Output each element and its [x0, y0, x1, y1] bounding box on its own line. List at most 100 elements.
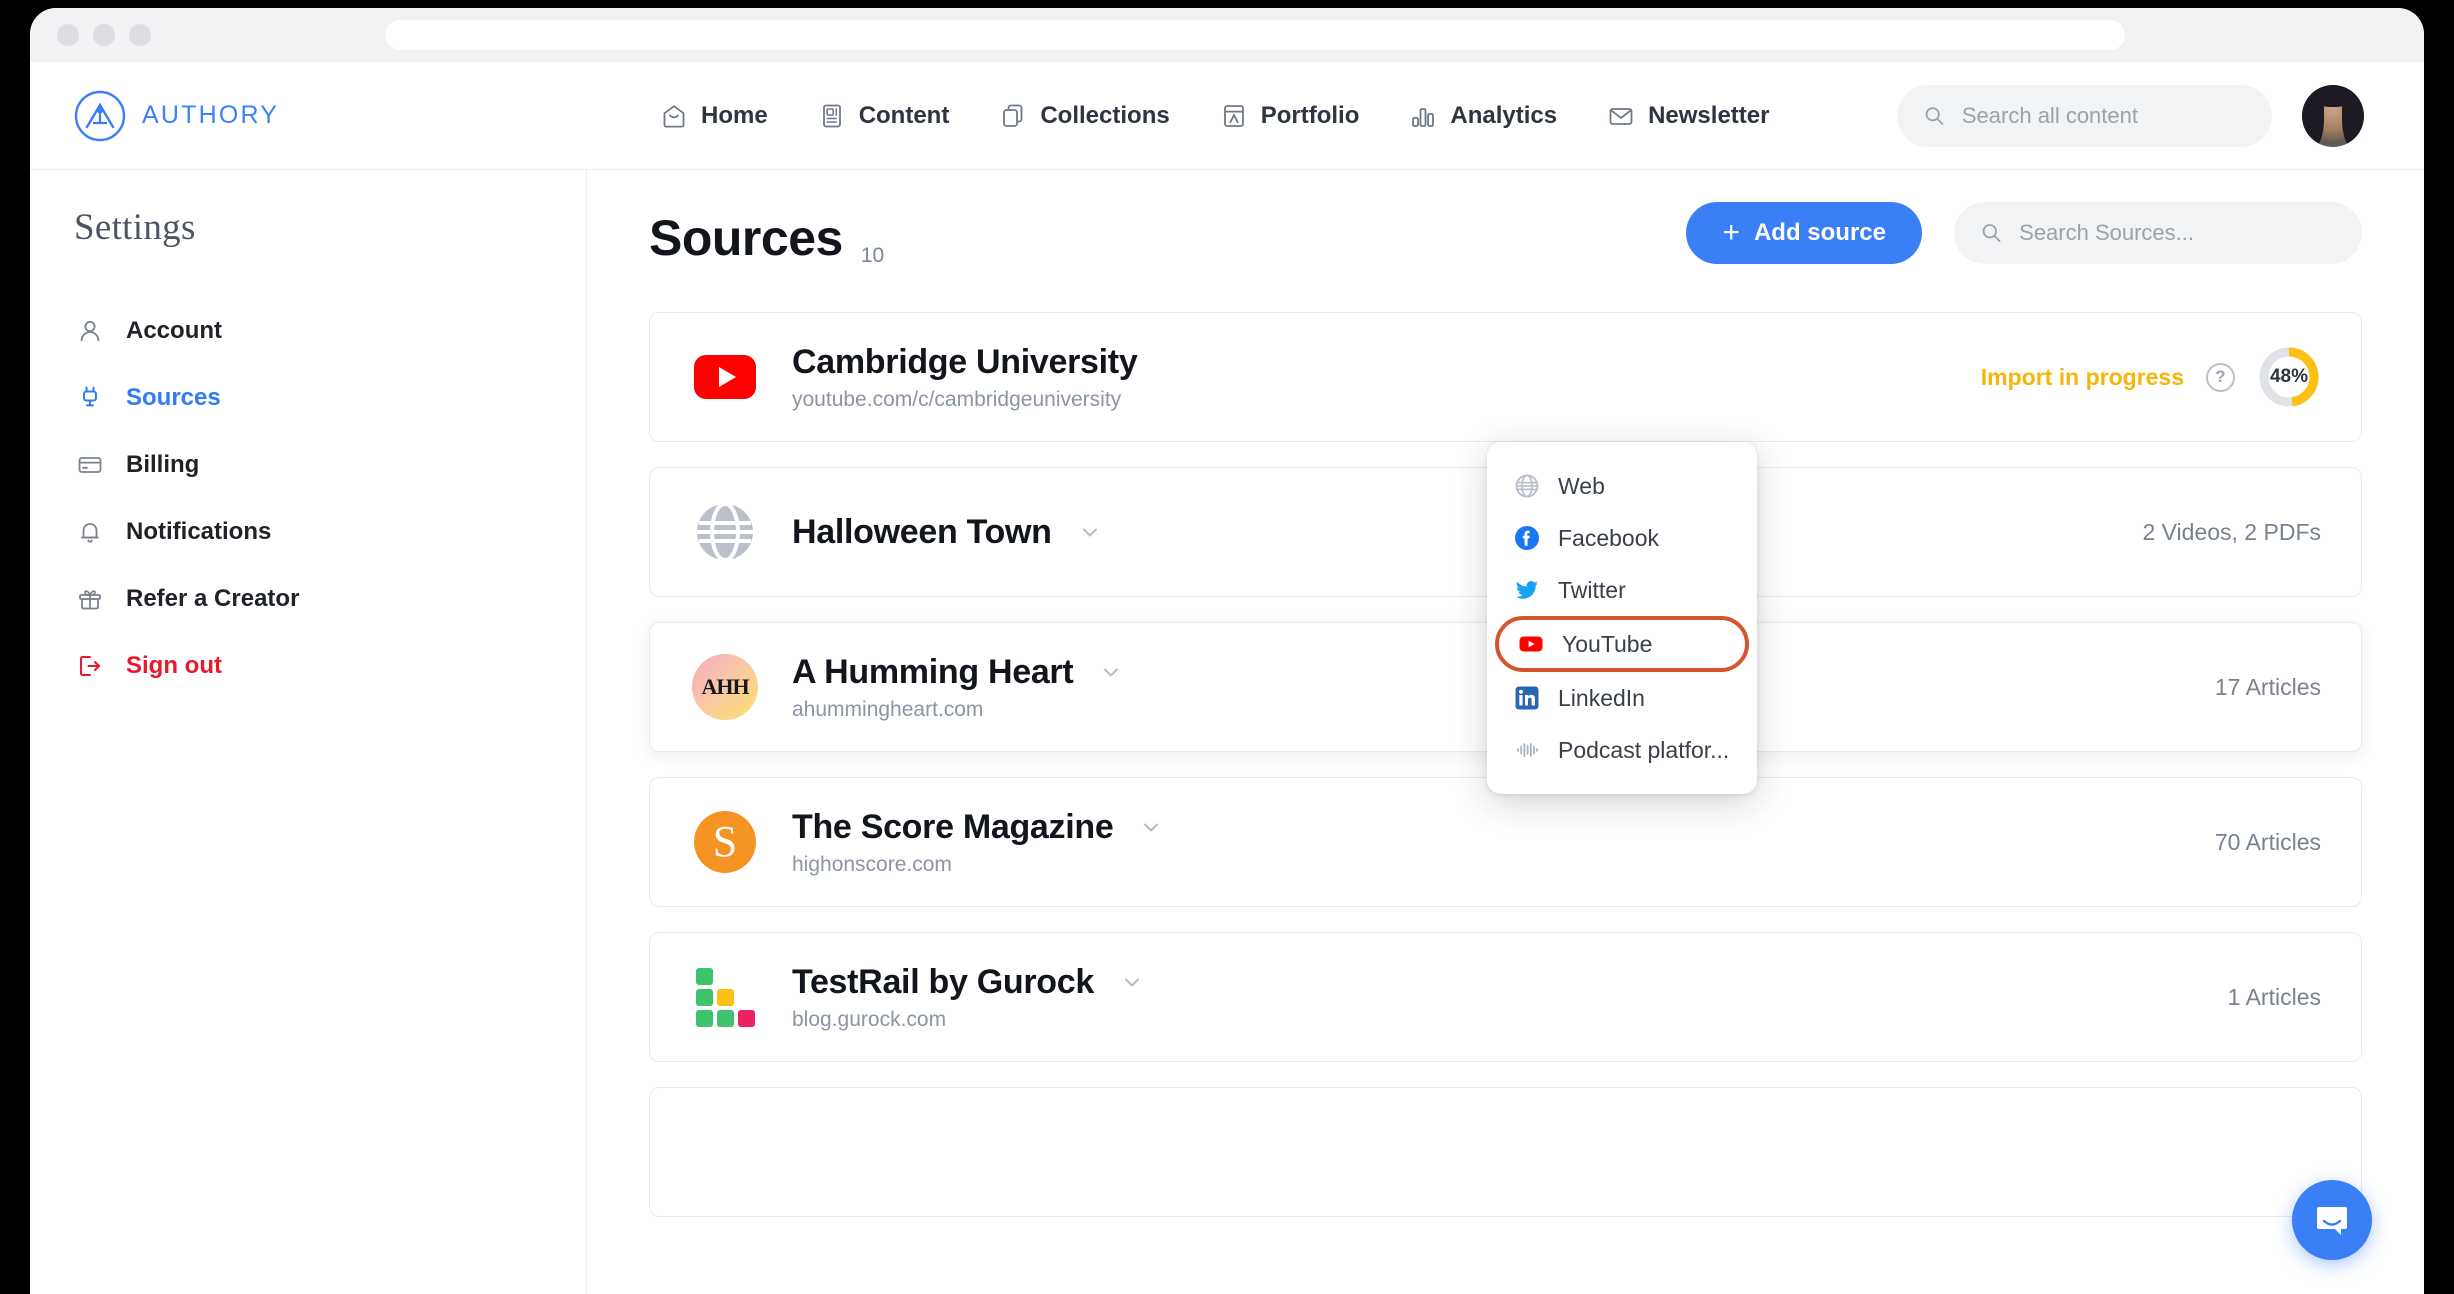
content-icon — [822, 104, 841, 127]
ahh-logo-text: AHH — [692, 654, 758, 720]
sidebar-label-account: Account — [126, 316, 222, 344]
gift-icon — [79, 589, 101, 609]
source-url: highonscore.com — [792, 852, 952, 876]
progress-percent-label: 48% — [2269, 366, 2309, 387]
sidebar-item-billing[interactable]: Billing — [30, 431, 586, 498]
source-url: ahummingheart.com — [792, 697, 984, 721]
logout-icon — [80, 655, 100, 676]
dropdown-label-youtube: YouTube — [1562, 630, 1653, 657]
dropdown-item-linkedin[interactable]: LinkedIn — [1487, 672, 1757, 724]
chat-bubble-icon — [2317, 1207, 2347, 1235]
source-row-the-score-magazine[interactable]: S The Score Magazine highonscore.com 70 … — [649, 777, 2362, 907]
brand-name: AUTHORY — [142, 101, 280, 129]
source-name: TestRail by Gurock — [792, 962, 1094, 1001]
window-controls[interactable] — [57, 24, 151, 46]
browser-window: AUTHORY Home Content Collections Portfol… — [30, 8, 2424, 1294]
portfolio-icon — [1223, 104, 1244, 127]
source-name: Halloween Town — [792, 512, 1052, 551]
sources-main: Sources 10 + Add source Search Sources..… — [587, 170, 2424, 1294]
messenger-launcher-button[interactable] — [2292, 1180, 2372, 1260]
browser-titlebar — [30, 8, 2424, 62]
dropdown-label-linkedin: LinkedIn — [1558, 684, 1645, 711]
source-row-cambridge-university[interactable]: Cambridge University youtube.com/c/cambr… — [649, 312, 2362, 442]
source-info: The Score Magazine highonscore.com — [792, 808, 1163, 877]
source-info: Halloween Town — [792, 513, 1102, 552]
dropdown-item-twitter[interactable]: Twitter — [1487, 564, 1757, 616]
source-row-testrail-by-gurock[interactable]: TestRail by Gurock blog.gurock.com 1 Art… — [649, 932, 2362, 1062]
dropdown-label-podcast: Podcast platfor... — [1558, 736, 1730, 763]
source-info: TestRail by Gurock blog.gurock.com — [792, 963, 1144, 1032]
search-sources-input[interactable] — [2019, 220, 2336, 246]
sidebar-label-sources: Sources — [126, 383, 221, 411]
source-meta: 2 Videos, 2 PDFs — [2142, 519, 2321, 546]
sidebar-item-refer-a-creator[interactable]: Refer a Creator — [30, 565, 586, 632]
dropdown-item-web[interactable]: Web — [1487, 460, 1757, 512]
dropdown-item-podcast-platforms[interactable]: Podcast platfor... — [1487, 724, 1757, 776]
score-logo-text: S — [694, 811, 756, 873]
sidebar-item-notifications[interactable]: Notifications — [30, 498, 586, 565]
chevron-down-icon[interactable] — [1139, 815, 1163, 839]
nav-item-newsletter[interactable]: Newsletter — [1607, 102, 1769, 130]
nav-item-collections[interactable]: Collections — [999, 101, 1170, 130]
person-icon — [80, 320, 100, 341]
nav-item-content[interactable]: Content — [818, 102, 949, 130]
brand-logo[interactable]: AUTHORY — [74, 90, 279, 142]
nav-label-analytics: Analytics — [1450, 101, 1558, 129]
sidebar-item-sign-out[interactable]: Sign out — [30, 632, 586, 699]
linkedin-icon — [1515, 686, 1539, 710]
top-navigation-bar: AUTHORY Home Content Collections Portfol… — [30, 62, 2424, 170]
sidebar-label-billing: Billing — [126, 450, 200, 478]
add-source-button[interactable]: + Add source — [1686, 202, 1922, 264]
score-logo-icon: S — [692, 809, 758, 875]
add-source-dropdown: Web Facebook Twitter YouTube LinkedIn Po… — [1487, 442, 1757, 794]
source-name: Cambridge University — [792, 342, 1138, 381]
nav-item-portfolio[interactable]: Portfolio — [1220, 101, 1360, 130]
url-bar[interactable] — [385, 20, 2125, 50]
sidebar-label-refer-a-creator: Refer a Creator — [126, 584, 300, 612]
chevron-down-icon[interactable] — [1099, 660, 1123, 684]
sources-search[interactable] — [1954, 202, 2362, 264]
import-progress-ring: 48% — [2257, 345, 2321, 409]
header-actions: + Add source — [1686, 202, 2362, 264]
dropdown-item-youtube[interactable]: YouTube — [1495, 616, 1749, 672]
page-body: Settings Account Sources Billing Notific… — [30, 170, 2424, 1294]
minimize-window-button[interactable] — [93, 24, 115, 46]
plus-icon: + — [1722, 216, 1740, 249]
youtube-icon — [1519, 636, 1543, 652]
page-header: Sources 10 + Add source — [649, 170, 2362, 280]
source-info: A Humming Heart ahummingheart.com — [792, 653, 1123, 722]
nav-item-home[interactable]: Home — [660, 102, 768, 130]
avatar-hair-top — [2310, 84, 2356, 107]
close-window-button[interactable] — [57, 24, 79, 46]
authory-mark-icon — [74, 90, 126, 141]
chevron-down-icon[interactable] — [1120, 970, 1144, 994]
app-shell: AUTHORY Home Content Collections Portfol… — [30, 62, 2424, 1294]
nav-item-analytics[interactable]: Analytics — [1409, 102, 1557, 130]
maximize-window-button[interactable] — [129, 24, 151, 46]
analytics-icon — [1412, 107, 1435, 127]
source-row-partial[interactable] — [649, 1087, 2362, 1217]
nav-label-portfolio: Portfolio — [1260, 101, 1360, 129]
sources-count: 10 — [860, 244, 885, 267]
nav-label-newsletter: Newsletter — [1648, 101, 1770, 129]
help-icon[interactable]: ? — [2206, 362, 2235, 392]
sidebar-label-sign-out: Sign out — [126, 651, 222, 679]
global-search[interactable] — [1897, 84, 2272, 147]
source-count: 70 Articles — [2214, 828, 2321, 855]
nav-label-collections: Collections — [1040, 101, 1170, 129]
testrail-grid — [695, 967, 755, 1027]
search-all-content-input[interactable] — [1961, 102, 2246, 129]
podcast-icon — [1517, 743, 1538, 757]
sidebar-item-account[interactable]: Account — [30, 297, 586, 364]
chevron-down-icon[interactable] — [1078, 520, 1102, 544]
sidebar-item-sources[interactable]: Sources — [30, 364, 586, 431]
source-name: A Humming Heart — [792, 652, 1074, 691]
settings-sidebar: Settings Account Sources Billing Notific… — [30, 170, 587, 1294]
search-icon — [1925, 106, 1944, 125]
primary-nav: Home Content Collections Portfolio Analy… — [660, 102, 1769, 130]
nav-label-home: Home — [701, 101, 768, 129]
source-url: blog.gurock.com — [792, 1007, 947, 1031]
dropdown-item-facebook[interactable]: Facebook — [1487, 512, 1757, 564]
youtube-logo-icon — [692, 344, 758, 410]
avatar[interactable] — [2302, 84, 2364, 147]
